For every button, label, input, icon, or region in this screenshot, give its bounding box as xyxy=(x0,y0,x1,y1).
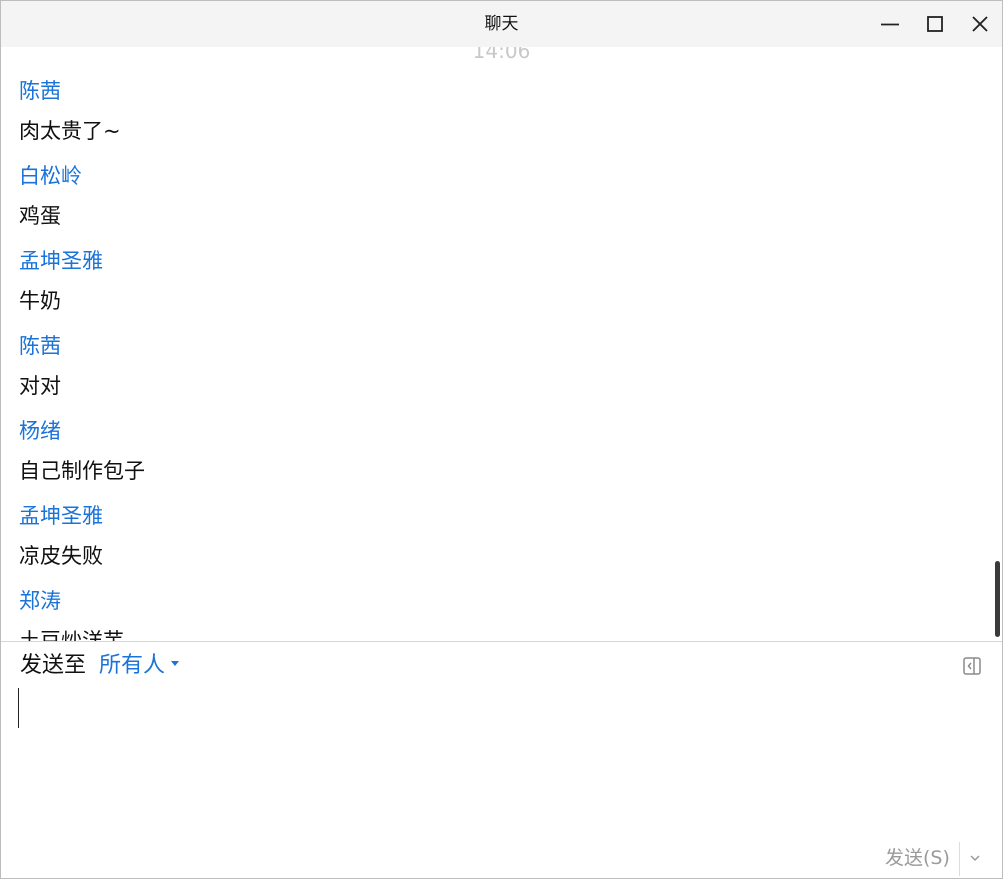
title-bar[interactable]: 聊天 xyxy=(1,1,1002,47)
message-sender[interactable]: 陈茜 xyxy=(19,332,61,360)
send-button[interactable]: 发送(S) xyxy=(885,846,950,870)
scrollbar-thumb[interactable] xyxy=(995,561,1000,637)
recipient-value: 所有人 xyxy=(99,653,166,678)
send-to-label: 发送至 xyxy=(20,653,87,678)
message-item: 孟坤圣雅 凉皮失败 xyxy=(19,502,969,587)
minimize-button[interactable] xyxy=(877,11,903,37)
recipient-selector[interactable]: 所有人 xyxy=(99,652,180,680)
message-text: 凉皮失败 xyxy=(19,544,103,568)
message-text: 对对 xyxy=(19,374,61,398)
expand-panel-icon xyxy=(963,657,981,675)
message-sender[interactable]: 孟坤圣雅 xyxy=(19,502,103,530)
message-sender[interactable]: 白松岭 xyxy=(19,162,82,190)
window-title: 聊天 xyxy=(484,14,519,34)
message-sender[interactable]: 郑涛 xyxy=(19,587,61,615)
message-item: 陈茜 对对 xyxy=(19,332,969,417)
send-separator xyxy=(959,842,960,876)
minimize-icon xyxy=(881,23,899,26)
message-sender[interactable]: 陈茜 xyxy=(19,77,61,105)
message-sender[interactable]: 杨绪 xyxy=(19,417,61,445)
close-icon xyxy=(972,16,988,32)
message-item: 杨绪 自己制作包子 xyxy=(19,417,969,502)
message-timestamp: 14:06 xyxy=(472,47,531,63)
message-item: 陈茜 肉太贵了~ xyxy=(19,77,969,162)
message-list[interactable]: 14:06 陈茜 肉太贵了~ 白松岭 鸡蛋 孟坤圣雅 牛奶 陈茜 对对 杨绪 自… xyxy=(1,47,1002,641)
caret-down-icon xyxy=(171,660,180,666)
message-composer: 发送至 所有人 发送(S) xyxy=(1,642,1002,878)
maximize-button[interactable] xyxy=(922,11,948,37)
send-options-button[interactable] xyxy=(967,850,983,866)
text-cursor xyxy=(18,688,19,728)
message-text: 鸡蛋 xyxy=(19,204,61,228)
message-text: 土豆炒洋芋 xyxy=(19,629,124,641)
message-item: 白松岭 鸡蛋 xyxy=(19,162,969,247)
message-text: 自己制作包子 xyxy=(19,459,145,483)
message-sender[interactable]: 孟坤圣雅 xyxy=(19,247,103,275)
message-item: 孟坤圣雅 牛奶 xyxy=(19,247,969,332)
expand-panel-button[interactable] xyxy=(961,655,983,677)
maximize-icon xyxy=(927,16,943,32)
message-input[interactable] xyxy=(15,686,985,826)
chevron-down-icon xyxy=(970,855,980,862)
chat-window: 聊天 14:06 陈茜 肉太贵了~ 白松岭 鸡蛋 孟坤圣雅 牛奶 陈茜 对对 杨… xyxy=(0,0,1003,879)
message-text: 牛奶 xyxy=(19,289,61,313)
message-items: 陈茜 肉太贵了~ 白松岭 鸡蛋 孟坤圣雅 牛奶 陈茜 对对 杨绪 自己制作包子 … xyxy=(19,77,969,641)
message-item: 郑涛 土豆炒洋芋 xyxy=(19,587,969,641)
message-text: 肉太贵了~ xyxy=(19,119,121,143)
close-button[interactable] xyxy=(967,11,993,37)
